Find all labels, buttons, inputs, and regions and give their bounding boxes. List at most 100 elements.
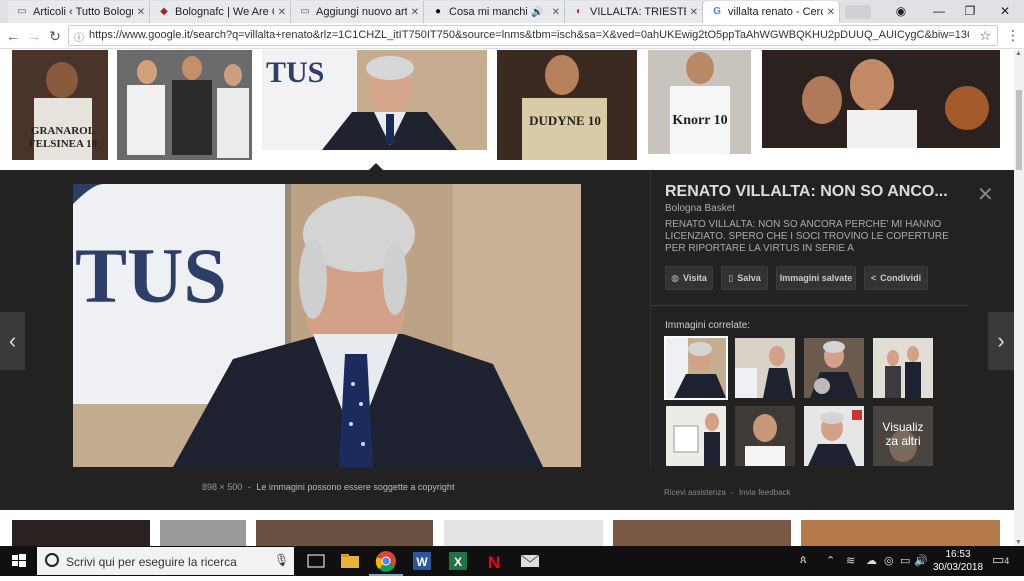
close-tab-icon[interactable]: ✕ (411, 7, 419, 18)
result-thumbnail[interactable]: Knorr 10 (648, 50, 751, 154)
player-photo: GRANAROL FELSINEA 10 (12, 50, 108, 160)
audio-playing-icon[interactable]: 🔊 (531, 7, 543, 18)
page-scrollbar[interactable]: ▲ ▼ (1014, 50, 1024, 546)
netflix-icon[interactable]: N (482, 549, 506, 573)
cloud-icon[interactable]: ☁ (866, 554, 877, 567)
url-text[interactable]: https://www.google.it/search?q=villalta+… (89, 29, 969, 41)
tab-articoli[interactable]: ▭ Articoli ‹ Tutto Bologna ✕ (8, 1, 150, 23)
task-view-icon[interactable] (304, 549, 328, 573)
mail-icon[interactable] (518, 549, 542, 573)
address-bar[interactable]: ⓘ https://www.google.it/search?q=villalt… (68, 25, 998, 46)
result-thumbnail[interactable] (256, 520, 433, 546)
info-icon[interactable]: ⓘ (74, 29, 84, 44)
related-image[interactable] (804, 338, 864, 398)
minimize-button[interactable]: — (924, 2, 954, 20)
horizontal-divider (650, 305, 968, 306)
share-button[interactable]: < Condividi (864, 266, 928, 290)
related-image[interactable] (735, 338, 795, 398)
security-icon[interactable]: ◎ (884, 554, 894, 567)
close-tab-icon[interactable]: ✕ (137, 7, 145, 18)
view-more-button[interactable]: Visualiz za altri (873, 406, 933, 466)
help-link[interactable]: Ricevi assistenza (664, 488, 726, 497)
scroll-up-arrow[interactable]: ▲ (1015, 50, 1022, 57)
previous-image-arrow[interactable]: ‹ (0, 312, 25, 370)
tab-spotify[interactable]: ● Cosa mi manchi a fa 🔊 ✕ (424, 1, 565, 23)
result-thumbnail[interactable] (762, 50, 1000, 148)
result-thumbnail-selected[interactable]: TUS (262, 50, 487, 150)
network-icon[interactable]: ▭ (900, 554, 910, 567)
related-photo (735, 338, 795, 398)
close-tab-icon[interactable]: ✕ (552, 7, 560, 18)
action-center-icon[interactable]: ▭4 (992, 552, 1009, 568)
start-button[interactable] (0, 546, 36, 576)
related-image[interactable] (804, 406, 864, 466)
reload-icon[interactable]: ↻ (45, 26, 65, 46)
tray-chevron-icon[interactable]: ⌃ (826, 554, 835, 567)
saved-images-button[interactable]: Immagini salvate (776, 266, 856, 290)
word-icon[interactable]: W (410, 549, 434, 573)
result-thumbnail[interactable] (801, 520, 1000, 546)
search-placeholder: Scrivi qui per eseguire la ricerca (66, 555, 237, 569)
thumbnail-row: GRANAROL FELSINEA 10 TUS DUDYNE 10 Knorr… (0, 50, 1014, 162)
tab-villalta-trieste[interactable]: ◐ VILLALTA: TRIESTE E TR ✕ (565, 1, 703, 23)
scroll-down-arrow[interactable]: ▼ (1015, 539, 1022, 546)
related-photo (804, 406, 864, 466)
window-close-button[interactable]: ✕ (990, 2, 1020, 20)
related-image[interactable] (666, 406, 726, 466)
profile-icon[interactable]: ◉ (886, 2, 916, 20)
result-source[interactable]: Bologna Basket (665, 203, 735, 214)
result-thumbnail[interactable]: GRANAROL FELSINEA 10 (12, 50, 108, 160)
wifi-icon[interactable]: ≋ (846, 554, 855, 567)
jersey-text: DUDYNE 10 (529, 113, 601, 128)
result-thumbnail[interactable] (613, 520, 791, 546)
taskbar-search[interactable]: Scrivi qui per eseguire la ricerca 🎙 (37, 547, 294, 575)
separator: - (247, 482, 251, 492)
people-icon[interactable]: ጰ (800, 554, 807, 567)
bookmark-star-icon[interactable]: ☆ (979, 28, 991, 44)
result-description: RENATO VILLALTA: NON SO ANCORA PERCHE' M… (665, 219, 949, 254)
close-tab-icon[interactable]: ✕ (690, 7, 698, 18)
close-tab-icon[interactable]: ✕ (827, 7, 835, 18)
tab-bolognafc[interactable]: ◆ Bolognafc | We Are One ✕ (150, 1, 291, 23)
new-tab-button[interactable] (845, 5, 871, 19)
related-image[interactable] (873, 338, 933, 398)
browser-menu-icon[interactable]: ⋮ (1006, 27, 1020, 44)
image-dimensions: 898 × 500 (202, 482, 243, 492)
windows-logo-icon (12, 554, 26, 567)
feedback-link[interactable]: Invia feedback (739, 488, 791, 497)
result-title[interactable]: RENATO VILLALTA: NON SO ANCO... (665, 183, 965, 201)
chrome-icon[interactable] (369, 549, 403, 576)
back-arrow-icon[interactable]: ← (3, 26, 23, 46)
button-label: Immagini salvate (779, 273, 853, 283)
close-preview-icon[interactable]: ✕ (977, 182, 994, 207)
scrollbar-thumb[interactable] (1016, 90, 1022, 170)
svg-text:W: W (416, 555, 428, 569)
notification-count: 4 (1004, 556, 1010, 566)
microphone-icon[interactable]: 🎙 (274, 553, 289, 567)
system-clock[interactable]: 16:53 30/03/2018 (930, 548, 986, 574)
visit-button[interactable]: ◍ Visita (665, 266, 713, 290)
save-button[interactable]: ▯ Salva (721, 266, 768, 290)
related-image[interactable] (735, 406, 795, 466)
related-photo (735, 406, 795, 466)
result-thumbnail[interactable] (444, 520, 603, 546)
next-image-arrow[interactable]: › (988, 312, 1014, 370)
excel-icon[interactable]: X (446, 549, 470, 573)
result-thumbnail[interactable]: DUDYNE 10 (497, 50, 637, 160)
file-explorer-icon[interactable] (338, 549, 362, 573)
tab-google-search[interactable]: G villalta renato - Cerca c ✕ (703, 1, 840, 23)
main-preview-image[interactable]: TUS (73, 184, 581, 467)
close-tab-icon[interactable]: ✕ (278, 7, 286, 18)
volume-icon[interactable]: 🔊 (914, 554, 928, 567)
villalta-photo: TUS (73, 184, 581, 467)
forward-arrow-icon[interactable]: → (24, 26, 44, 46)
maximize-button[interactable]: ❐ (955, 2, 985, 20)
related-image[interactable] (664, 336, 728, 400)
result-thumbnail[interactable] (117, 50, 252, 160)
result-thumbnail[interactable] (160, 520, 246, 546)
result-thumbnail[interactable] (12, 520, 150, 546)
view-more-text: Visualiz za altri (882, 420, 924, 448)
preview-sidebar: RENATO VILLALTA: NON SO ANCO... Bologna … (650, 170, 1014, 510)
tab-aggiungi-articolo[interactable]: ▭ Aggiungi nuovo articolo ✕ (291, 1, 424, 23)
related-images-label: Immagini correlate: (665, 320, 751, 331)
